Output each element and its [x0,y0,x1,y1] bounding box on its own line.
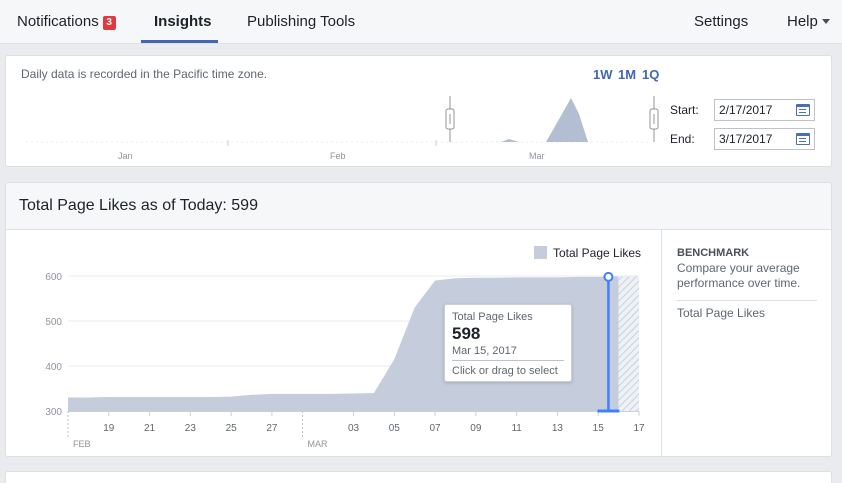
x-tick-label: 27 [266,423,278,434]
tooltip-action: Click or drag to select [452,365,558,377]
x-tick-label: 09 [470,423,482,434]
tooltip-value: 598 [452,324,481,343]
next-card [5,471,832,483]
x-tick-label: 07 [430,423,442,434]
x-tick-label: 11 [511,423,522,434]
y-tick-label: 300 [45,407,62,418]
x-month-label: FEB [73,439,91,449]
x-tick-label: 17 [633,423,645,434]
tooltip-date: Mar 15, 2017 [452,345,517,357]
incomplete-data-hatch [618,276,639,411]
tooltip-separator [452,360,564,361]
x-tick-label: 25 [226,423,238,434]
selected-point[interactable] [603,271,614,282]
legend-label: Total Page Likes [553,246,641,260]
x-tick-label: 13 [552,423,564,434]
chart-tooltip: Total Page Likes 598 Mar 15, 2017 Click … [444,304,572,382]
x-month-label: MAR [308,439,329,449]
chart-legend: Total Page Likes [534,246,641,260]
y-tick-label: 500 [45,317,62,328]
x-tick-label: 05 [389,423,401,434]
tooltip-title: Total Page Likes [452,311,533,323]
y-tick-label: 600 [45,272,62,283]
x-tick-label: 23 [185,423,197,434]
x-tick-label: 19 [103,423,115,434]
x-tick-label: 03 [348,423,360,434]
legend-swatch [534,246,547,259]
incomplete-data-region [618,276,639,411]
y-tick-label: 400 [45,362,62,373]
page-likes-chart[interactable]: 300 400 500 600 19 21 23 25 27 03 05 07 09 11 13 15 17 FE… [0,0,842,483]
x-tick-label: 15 [593,423,605,434]
x-tick-label: 21 [144,423,156,434]
